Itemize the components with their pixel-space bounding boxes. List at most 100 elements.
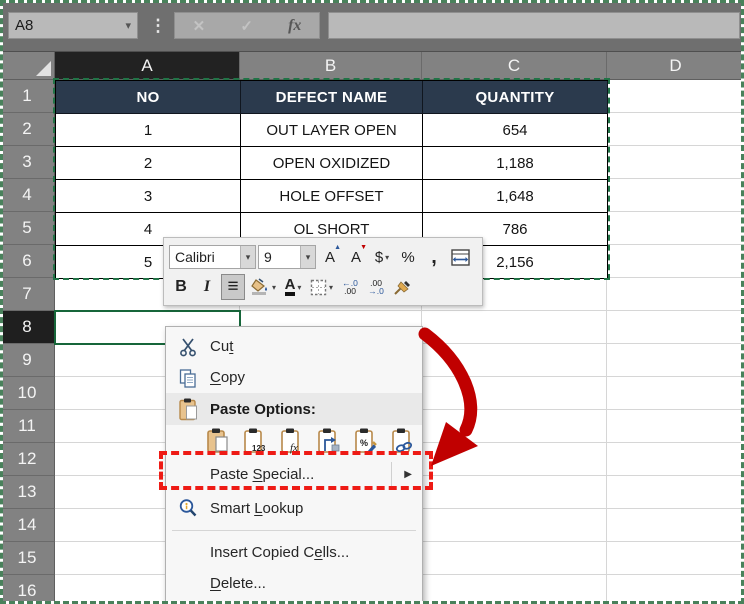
font-size-value: 9 [259, 249, 300, 265]
menu-item-insert-copied-cells[interactable]: Insert Copied Cells... [166, 537, 422, 568]
paste-values-icon: 123 [243, 427, 267, 454]
comma-style-button[interactable]: , [422, 244, 446, 270]
paste-transpose-button[interactable] [317, 427, 341, 454]
row-header-16[interactable]: 16 [0, 575, 55, 604]
row-header-6[interactable]: 6 [0, 245, 55, 278]
align-center-button[interactable]: ≡ [221, 274, 245, 300]
column-header-a[interactable]: A [55, 52, 240, 80]
chevron-down-icon[interactable]: ▾ [125, 19, 131, 32]
cell-b4[interactable]: HOLE OFFSET [241, 180, 423, 213]
row-header-10[interactable]: 10 [0, 377, 55, 410]
column-header-c[interactable]: C [422, 52, 607, 80]
row-header-4[interactable]: 4 [0, 179, 55, 212]
column-header-b[interactable]: B [240, 52, 422, 80]
paste-link-icon [391, 427, 415, 454]
row-header-11[interactable]: 11 [0, 410, 55, 443]
svg-text:%: % [360, 438, 368, 448]
chevron-down-icon[interactable]: ▾ [329, 283, 333, 292]
svg-text:fx: fx [290, 442, 298, 454]
cell-a3[interactable]: 2 [56, 147, 241, 180]
row-header-12[interactable]: 12 [0, 443, 55, 476]
paste-values-button[interactable]: 123 [243, 427, 267, 454]
autofit-width-button[interactable] [448, 244, 473, 270]
table-header-row: NO DEFECT NAME QUANTITY [56, 81, 608, 114]
cell-c3[interactable]: 1,188 [423, 147, 608, 180]
menu-item-copy[interactable]: Copy [166, 362, 422, 393]
font-size-select[interactable]: 9 ▾ [258, 245, 316, 269]
table-row: 2 OPEN OXIDIZED 1,188 [56, 147, 608, 180]
select-all-button[interactable] [0, 52, 55, 80]
menu-separator [172, 530, 416, 531]
chevron-down-icon[interactable]: ▾ [297, 283, 301, 292]
font-name-select[interactable]: Calibri ▾ [169, 245, 256, 269]
row-header-15[interactable]: 15 [0, 542, 55, 575]
menu-item-cut[interactable]: Cut [166, 331, 422, 362]
chevron-down-icon[interactable]: ▾ [300, 246, 315, 268]
row-header-13[interactable]: 13 [0, 476, 55, 509]
paste-formatting-icon: % [354, 427, 378, 454]
caret-down-icon: ▼ [360, 244, 367, 251]
cell-a1[interactable]: NO [56, 81, 241, 114]
column-headers: A B C D [55, 52, 744, 80]
cell-c1[interactable]: QUANTITY [423, 81, 608, 114]
row-header-14[interactable]: 14 [0, 509, 55, 542]
submenu-arrow-icon: ▶ [404, 469, 412, 480]
increase-decimal-button[interactable]: ←.0 .00 [338, 274, 362, 300]
excel-window: A8 ▾ ⋮ ✕ ✓ fx A B C D 1 2 3 4 5 6 7 8 9 … [0, 0, 744, 604]
menu-item-paste-special[interactable]: Paste Special... ▶ [166, 456, 422, 492]
menu-item-label: Smart Lookup [210, 500, 422, 517]
paste-link-button[interactable] [391, 427, 415, 454]
fill-color-button[interactable]: ▾ [247, 274, 279, 300]
cell-b3[interactable]: OPEN OXIDIZED [241, 147, 423, 180]
formula-buttons: ✕ ✓ fx [174, 12, 320, 39]
row-header-2[interactable]: 2 [0, 113, 55, 146]
cancel-button[interactable]: ✕ [193, 17, 206, 35]
accounting-format-button[interactable]: $ ▾ [370, 244, 394, 270]
menu-item-label: Paste Options: [210, 401, 422, 418]
insert-function-button[interactable]: fx [288, 17, 301, 35]
row-header-5[interactable]: 5 [0, 212, 55, 245]
autofit-icon [451, 249, 470, 266]
cell-b2[interactable]: OUT LAYER OPEN [241, 114, 423, 147]
format-painter-button[interactable] [390, 274, 415, 300]
row-header-3[interactable]: 3 [0, 146, 55, 179]
svg-text:123: 123 [252, 444, 266, 453]
grow-font-button[interactable]: A ▲ [318, 244, 342, 270]
row-header-9[interactable]: 9 [0, 344, 55, 377]
menu-item-delete[interactable]: Delete... [166, 568, 422, 599]
copy-icon [166, 368, 210, 388]
name-box[interactable]: A8 ▾ [8, 12, 138, 39]
menu-item-smart-lookup[interactable]: Smart Lookup [166, 492, 422, 524]
shrink-font-button[interactable]: A ▼ [344, 244, 368, 270]
row-header-1[interactable]: 1 [0, 80, 55, 113]
enter-button[interactable]: ✓ [240, 17, 253, 35]
chevron-down-icon[interactable]: ▾ [240, 246, 255, 268]
cell-a2[interactable]: 1 [56, 114, 241, 147]
borders-button[interactable]: ▾ [307, 274, 336, 300]
decrease-decimal-button[interactable]: .00 →.0 [364, 274, 388, 300]
percent-style-button[interactable]: % [396, 244, 420, 270]
table-row: 1 OUT LAYER OPEN 654 [56, 114, 608, 147]
paste-keep-source-button[interactable] [206, 427, 230, 454]
cell-b1[interactable]: DEFECT NAME [241, 81, 423, 114]
table-row: 3 HOLE OFFSET 1,648 [56, 180, 608, 213]
row-header-7[interactable]: 7 [0, 278, 55, 311]
cell-c2[interactable]: 654 [423, 114, 608, 147]
name-box-splitter-icon[interactable]: ⋮ [150, 13, 166, 39]
row-header-8[interactable]: 8 [0, 311, 55, 344]
font-color-button[interactable]: A ▾ [281, 274, 305, 300]
cell-c4[interactable]: 1,648 [423, 180, 608, 213]
paste-formatting-button[interactable]: % [354, 427, 378, 454]
bold-button[interactable]: B [169, 274, 193, 300]
name-box-value: A8 [15, 17, 125, 34]
menu-item-paste-options: Paste Options: [166, 393, 422, 425]
paste-icon [206, 427, 230, 454]
formula-input[interactable] [328, 12, 740, 39]
paste-formulas-button[interactable]: fx [280, 427, 304, 454]
chevron-down-icon[interactable]: ▾ [272, 283, 276, 292]
clipboard-icon [166, 397, 210, 421]
cell-a4[interactable]: 3 [56, 180, 241, 213]
menu-item-clear-contents[interactable]: Clear Contents [166, 599, 422, 604]
column-header-d[interactable]: D [607, 52, 744, 80]
italic-button[interactable]: I [195, 274, 219, 300]
